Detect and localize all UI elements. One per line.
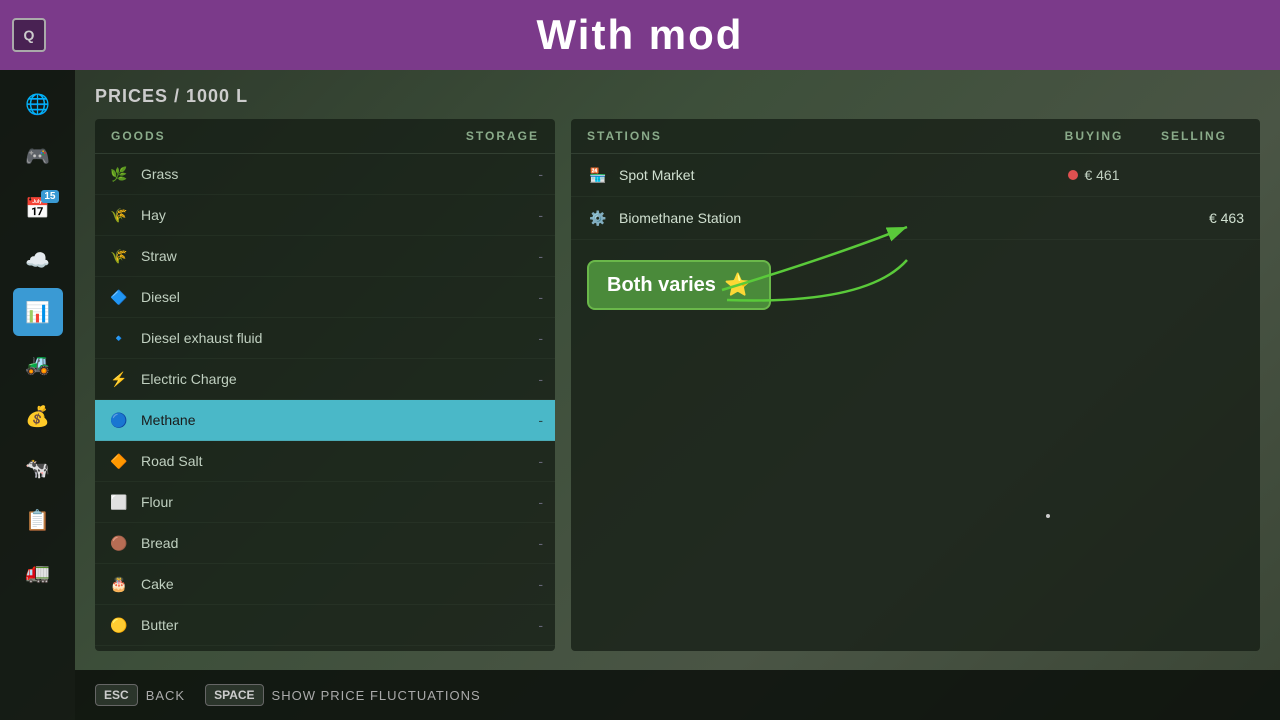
grass-value: - (538, 166, 543, 182)
star-icon: ⭐ (724, 272, 751, 298)
roadsalt-value: - (538, 453, 543, 469)
biomethane-name: Biomethane Station (619, 210, 1044, 226)
grass-icon: 🌿 (107, 162, 131, 186)
stations-col-header: STATIONS (587, 129, 1044, 143)
cake-icon: 🎂 (107, 572, 131, 596)
sidebar-item-calendar[interactable]: 📅15 (13, 184, 63, 232)
goods-list[interactable]: 🌿 Grass - 🌾 Hay - 🌾 Straw - 🔷 Diesel (95, 154, 555, 651)
goods-row-cake[interactable]: 🎂 Cake - (95, 564, 555, 605)
goods-row-def[interactable]: 🔹 Diesel exhaust fluid - (95, 318, 555, 359)
hay-name: Hay (141, 207, 538, 223)
station-row-biomethane[interactable]: ⚙️ Biomethane Station € 463 (571, 197, 1260, 240)
sidebar-item-globe[interactable]: 🌐 (13, 80, 63, 128)
butter-value: - (538, 617, 543, 633)
goods-row-grass[interactable]: 🌿 Grass - (95, 154, 555, 195)
goods-row-straw[interactable]: 🌾 Straw - (95, 236, 555, 277)
flour-name: Flour (141, 494, 538, 510)
methane-icon: 🔵 (107, 408, 131, 432)
station-row-spot-market[interactable]: 🏪 Spot Market € 461 (571, 154, 1260, 197)
both-varies-badge: Both varies ⭐ (587, 260, 771, 310)
esc-key[interactable]: ESC (95, 684, 138, 706)
sidebar-item-list[interactable]: 📋 (13, 496, 63, 544)
goods-row-hay[interactable]: 🌾 Hay - (95, 195, 555, 236)
goods-row-electric[interactable]: ⚡ Electric Charge - (95, 359, 555, 400)
goods-row-diesel[interactable]: 🔷 Diesel - (95, 277, 555, 318)
goods-row-flour[interactable]: ⬜ Flour - (95, 482, 555, 523)
biomethane-selling: € 463 (1144, 210, 1244, 226)
straw-value: - (538, 248, 543, 264)
goods-row-methane[interactable]: 🔵 Methane - (95, 400, 555, 441)
bread-value: - (538, 535, 543, 551)
back-label: BACK (146, 688, 185, 703)
straw-name: Straw (141, 248, 538, 264)
methane-name: Methane (141, 412, 538, 428)
goods-row-butter[interactable]: 🟡 Butter - (95, 605, 555, 646)
spot-market-buying: € 461 (1044, 167, 1144, 183)
hay-value: - (538, 207, 543, 223)
both-varies-text: Both varies (607, 274, 716, 297)
sidebar-item-money[interactable]: 💰 (13, 392, 63, 440)
roadsalt-icon: 🔶 (107, 449, 131, 473)
bread-icon: 🟤 (107, 531, 131, 555)
roadsalt-name: Road Salt (141, 453, 538, 469)
fluctuations-label: SHOW PRICE FLUCTUATIONS (272, 688, 481, 703)
storage-col-header: STORAGE (466, 129, 539, 143)
goods-row-cheese[interactable]: 🧀 Cheese - (95, 646, 555, 651)
grass-name: Grass (141, 166, 538, 182)
flour-icon: ⬜ (107, 490, 131, 514)
page-header-title: With mod (537, 11, 744, 59)
sidebar-item-tractor[interactable]: 🚜 (13, 340, 63, 388)
spot-market-name: Spot Market (619, 167, 1044, 183)
diesel-icon: 🔷 (107, 285, 131, 309)
space-key[interactable]: SPACE (205, 684, 263, 706)
goods-header: GOODS STORAGE (95, 119, 555, 154)
hay-icon: 🌾 (107, 203, 131, 227)
goods-col-header: GOODS (111, 129, 466, 143)
goods-row-bread[interactable]: 🟤 Bread - (95, 523, 555, 564)
page-title: PRICES / 1000 L (95, 86, 1260, 107)
sidebar-item-transport[interactable]: 🚛 (13, 548, 63, 596)
methane-value: - (538, 412, 543, 428)
straw-icon: 🌾 (107, 244, 131, 268)
electric-icon: ⚡ (107, 367, 131, 391)
columns-layout: GOODS STORAGE 🌿 Grass - 🌾 Hay - 🌾 Straw (95, 119, 1260, 651)
goods-row-roadsalt[interactable]: 🔶 Road Salt - (95, 441, 555, 482)
main-content: PRICES / 1000 L GOODS STORAGE 🌿 Grass - … (75, 70, 1280, 670)
buying-col-header: BUYING (1044, 129, 1144, 143)
q-button[interactable]: Q (12, 18, 46, 52)
def-name: Diesel exhaust fluid (141, 330, 538, 346)
spot-market-price: € 461 (1084, 167, 1119, 183)
top-banner: Q With mod (0, 0, 1280, 70)
sidebar-item-steering[interactable]: 🎮 (13, 132, 63, 180)
sidebar-item-animal[interactable]: 🐄 (13, 444, 63, 492)
esc-combo: ESC BACK (95, 684, 185, 706)
stations-panel: STATIONS BUYING SELLING 🏪 Spot Market € … (571, 119, 1260, 651)
butter-name: Butter (141, 617, 538, 633)
butter-icon: 🟡 (107, 613, 131, 637)
stations-header: STATIONS BUYING SELLING (571, 119, 1260, 154)
flour-value: - (538, 494, 543, 510)
sidebar-item-weather[interactable]: ☁️ (13, 236, 63, 284)
red-dot-indicator (1068, 170, 1078, 180)
space-combo: SPACE SHOW PRICE FLUCTUATIONS (205, 684, 481, 706)
bottom-bar: ESC BACK SPACE SHOW PRICE FLUCTUATIONS (75, 670, 1280, 720)
electric-name: Electric Charge (141, 371, 538, 387)
def-value: - (538, 330, 543, 346)
diesel-value: - (538, 289, 543, 305)
sidebar: 🌐 🎮 📅15 ☁️ 📊 🚜 💰 🐄 📋 🚛 (0, 70, 75, 720)
cake-name: Cake (141, 576, 538, 592)
spot-market-icon: 🏪 (587, 164, 609, 186)
sidebar-item-chart[interactable]: 📊 (13, 288, 63, 336)
selling-col-header: SELLING (1144, 129, 1244, 143)
diesel-name: Diesel (141, 289, 538, 305)
goods-panel: GOODS STORAGE 🌿 Grass - 🌾 Hay - 🌾 Straw (95, 119, 555, 651)
electric-value: - (538, 371, 543, 387)
cake-value: - (538, 576, 543, 592)
biomethane-icon: ⚙️ (587, 207, 609, 229)
def-icon: 🔹 (107, 326, 131, 350)
bread-name: Bread (141, 535, 538, 551)
